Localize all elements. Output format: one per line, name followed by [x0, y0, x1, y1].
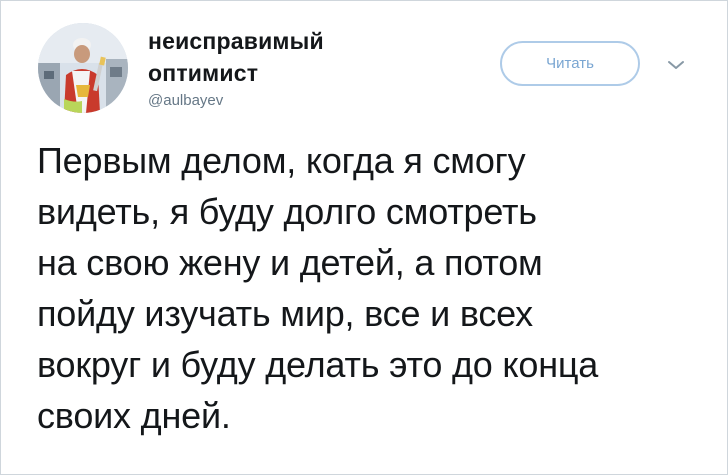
avatar-image: [38, 23, 128, 113]
tweet-text: Первым делом, когда я смогу видеть, я бу…: [37, 140, 599, 436]
avatar[interactable]: [38, 23, 128, 113]
author-display-name[interactable]: неисправимый оптимист: [148, 25, 358, 89]
author-block: неисправимый оптимист @aulbayev: [148, 25, 358, 111]
tweet-card: неисправимый оптимист @aulbayev Читать П…: [0, 0, 728, 475]
follow-button[interactable]: Читать: [500, 41, 640, 86]
chevron-down-icon[interactable]: [666, 58, 686, 72]
author-handle[interactable]: @aulbayev: [148, 91, 358, 111]
